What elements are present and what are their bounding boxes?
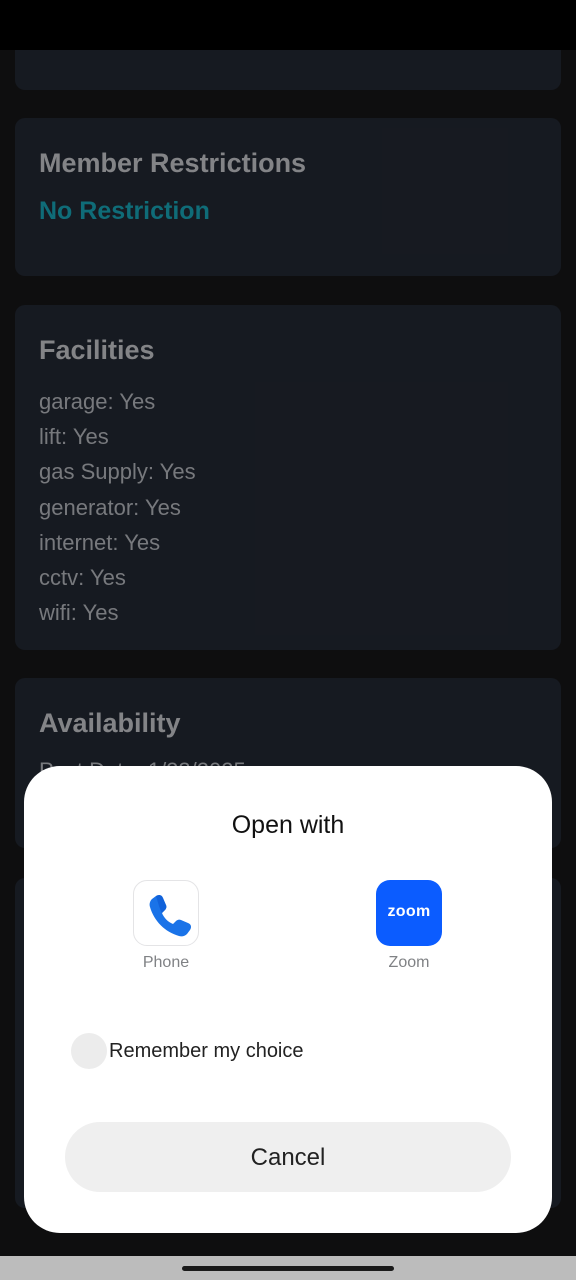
remember-choice[interactable]: Remember my choice: [71, 1033, 371, 1069]
phone-icon: [133, 880, 199, 946]
home-indicator[interactable]: [182, 1266, 394, 1271]
open-with-dialog: Open with Phone zoom Zoom Remember my ch…: [24, 766, 552, 1233]
zoom-app-option[interactable]: zoom Zoom: [364, 880, 454, 972]
zoom-app-label: Zoom: [388, 954, 430, 971]
phone-app-label: Phone: [142, 954, 190, 971]
zoom-icon: zoom: [376, 880, 442, 946]
remember-choice-label: Remember my choice: [109, 1040, 304, 1062]
cancel-button-label: Cancel: [250, 1144, 326, 1171]
dialog-title: Open with: [231, 811, 345, 839]
zoom-logo-text: zoom: [387, 903, 431, 920]
navigation-bar: [0, 1256, 576, 1280]
remember-choice-radio[interactable]: [71, 1033, 107, 1069]
phone-app-option[interactable]: Phone: [121, 880, 211, 972]
cancel-button[interactable]: Cancel: [65, 1122, 511, 1192]
